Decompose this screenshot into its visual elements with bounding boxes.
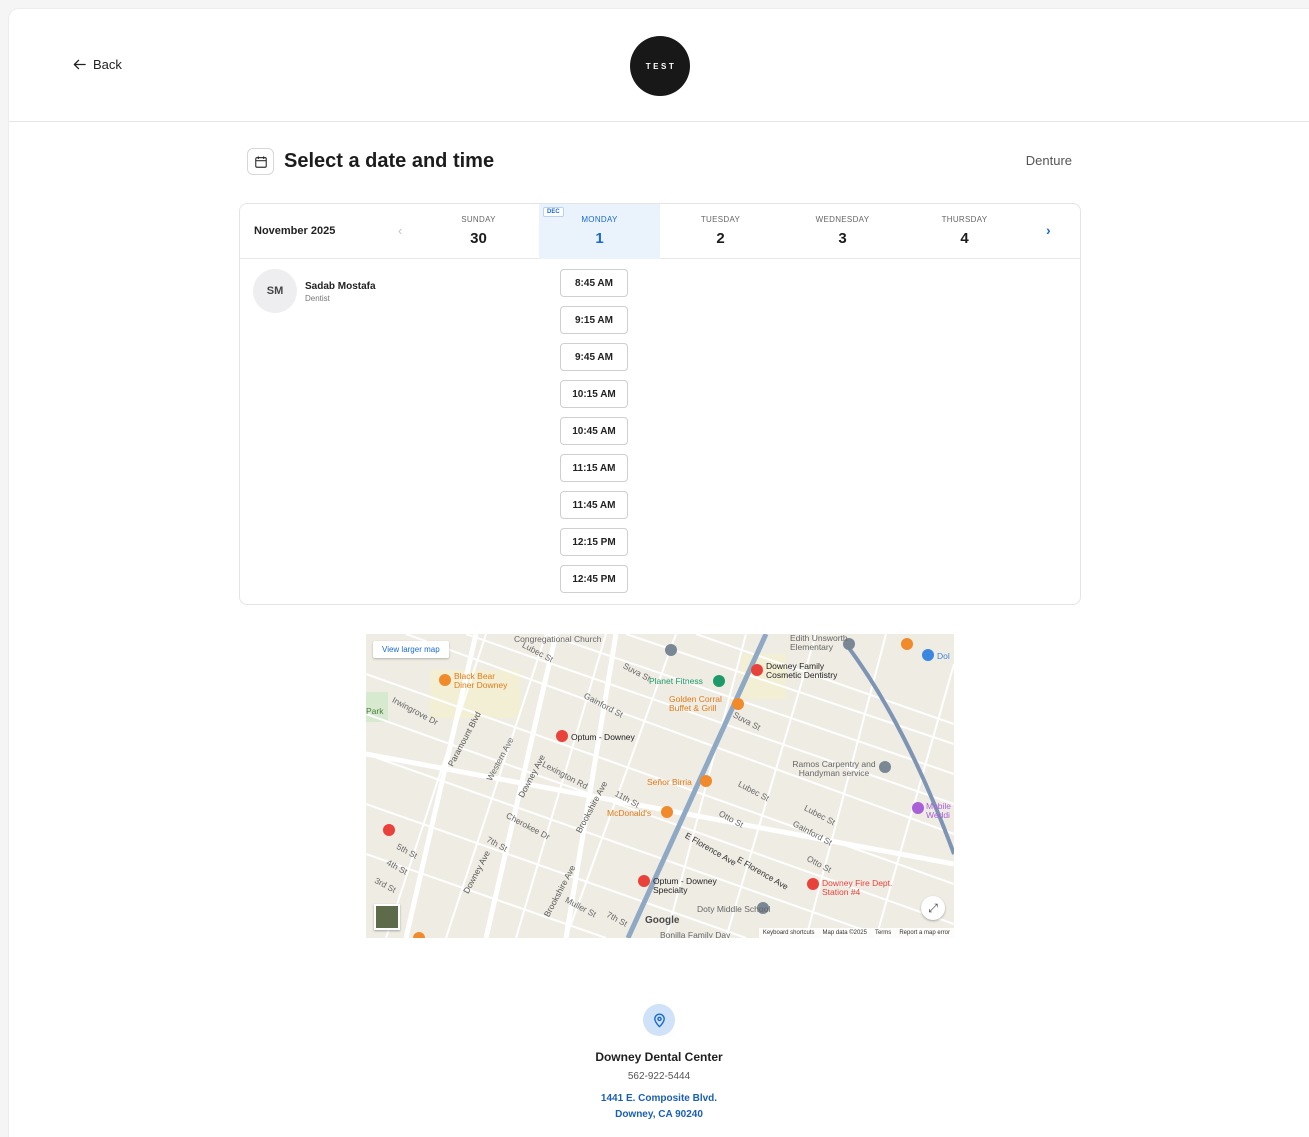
report-map-error-link[interactable]: Report a map error [899,930,950,936]
time-slot-button[interactable]: 10:15 AM [560,380,628,408]
map-label-optum: Optum - Downey [571,732,635,742]
week-header: November 2025 ‹ SUNDAY 30 DEC MONDAY 1 T… [240,204,1080,259]
day-column-sunday[interactable]: SUNDAY 30 [418,204,539,259]
map-label-downey-family: Downey Family Cosmetic Dentistry [766,661,838,680]
map-label-optum-specialty: Optum - Downey Specialty [653,876,717,895]
location-address-link[interactable]: 1441 E. Composite Blvd. Downey, CA 90240 [9,1091,1309,1123]
scheduler: November 2025 ‹ SUNDAY 30 DEC MONDAY 1 T… [239,203,1081,605]
arrow-left-icon [73,59,86,70]
prev-week-button[interactable]: ‹ [398,223,402,238]
time-slot-button[interactable]: 8:45 AM [560,269,628,297]
top-bar: Back TEST [9,9,1309,122]
keyboard-shortcuts-link[interactable]: Keyboard shortcuts [763,930,815,936]
map-label-mobile: Mobile Weddi [926,801,952,820]
map-label-ramos: Ramos Carpentry and Handyman service [792,759,876,778]
day-number: 30 [470,230,487,247]
day-number: 1 [595,230,604,247]
booking-card: Back TEST Select a date and time Denture… [9,9,1309,1137]
provider-name: Sadab Mostafa [305,281,376,292]
day-number: 4 [960,230,969,247]
map-data-text: Map data ©2025 [822,930,867,936]
fullscreen-icon[interactable]: ⤢ [921,896,945,920]
time-slot-button[interactable]: 11:15 AM [560,454,628,482]
brand-logo: TEST [630,36,690,96]
map-label-doty: Doty Middle School [697,904,771,914]
day-name: TUESDAY [700,215,741,224]
day-name: WEDNESDAY [815,215,870,224]
month-label: November 2025 [254,225,336,237]
avatar: SM [253,269,297,313]
location-name: Downey Dental Center [595,1050,723,1064]
time-slot-button[interactable]: 12:15 PM [560,528,628,556]
time-slot-button[interactable]: 9:45 AM [560,343,628,371]
time-slot-button[interactable]: 10:45 AM [560,417,628,445]
time-slot-button[interactable]: 9:15 AM [560,306,628,334]
page-title: Select a date and time [284,150,495,172]
next-week-button[interactable]: › [1046,222,1051,238]
map-label-black-bear: Black Bear Diner Downey [454,671,508,690]
map-label-dol: Dol [937,651,950,661]
title-row: Select a date and time [247,148,494,175]
day-number: 2 [716,230,725,247]
day-column-monday[interactable]: DEC MONDAY 1 [539,204,660,259]
location-footer: Downey Dental Center 562-922-5444 1441 E… [9,1004,1309,1123]
provider-card: SM Sadab Mostafa Dentist [253,269,376,313]
service-name: Denture [1025,153,1072,168]
view-larger-map-link[interactable]: View larger map [373,641,449,658]
day-name: THURSDAY [941,215,988,224]
map-label-senor-birria: Señor Birria [647,777,692,787]
terms-link[interactable]: Terms [875,930,891,936]
provider-role: Dentist [305,294,330,303]
day-column-tuesday[interactable]: TUESDAY 2 [660,204,781,259]
map-label-fire-station: Downey Fire Dept. Station #4 [822,878,893,897]
map-label-edith: Edith Unsworth Elementary [790,634,848,652]
google-logo: Google [645,915,680,926]
back-label: Back [93,57,122,72]
map-label-mcdonalds: McDonald's [607,808,652,818]
time-slot-button[interactable]: 12:45 PM [560,565,628,593]
map-label-park: Park [366,706,384,716]
map-label-bonilla: Bonilla Family Day [660,930,731,938]
time-slot-button[interactable]: 11:45 AM [560,491,628,519]
day-column-thursday[interactable]: THURSDAY 4 [904,204,1025,259]
address-line-1: 1441 E. Composite Blvd. [600,1093,718,1104]
location-pin-icon [643,1004,675,1036]
month-badge: DEC [543,207,564,217]
day-column-wednesday[interactable]: WEDNESDAY 3 [782,204,903,259]
map-label-golden-corral: Golden Corral Buffet & Grill [669,694,722,713]
back-button[interactable]: Back [72,57,122,72]
address-line-2: Downey, CA 90240 [615,1109,703,1120]
map-attribution: Keyboard shortcuts Map data ©2025 Terms … [758,928,954,938]
location-phone: 562-922-5444 [627,1071,691,1082]
map-embed[interactable]: Congregational Church Edith Unsworth Ele… [366,634,954,938]
satellite-toggle-button[interactable] [374,904,400,930]
map-label-planet-fitness: Planet Fitness [649,676,703,686]
day-name: SUNDAY [461,215,496,224]
day-number: 3 [838,230,847,247]
calendar-icon [247,148,274,175]
